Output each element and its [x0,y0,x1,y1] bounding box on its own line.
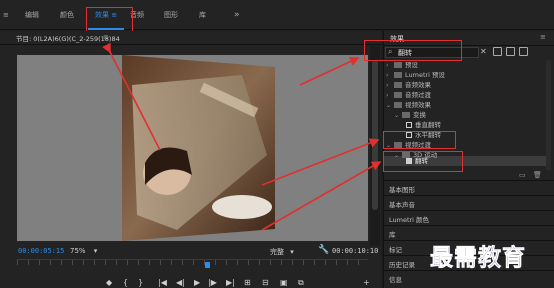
section-label: 基本声音 [389,201,415,209]
compare-view-button[interactable]: ⧉ [298,277,304,288]
mark-in-button[interactable]: { [123,277,128,288]
video-frame [122,55,275,241]
go-to-out-button[interactable]: ▶| [226,277,235,288]
section-label: 历史记录 [389,261,415,269]
zoom-select[interactable]: 75% ▾ [70,247,114,255]
ruler-ticks [17,260,368,265]
button-editor-button[interactable]: + [363,277,370,288]
current-timecode[interactable]: 00:00:05:15 [18,247,64,255]
step-forward-button[interactable]: |▶ [208,277,217,288]
tree-folder-audio-effects[interactable]: › 音频效果 [386,80,546,90]
section-label: Lumetri 颜色 [389,216,430,224]
step-back-button[interactable]: ◀| [176,277,185,288]
annotation-box-effects-tab [86,7,133,34]
annotation-box-search [364,40,462,61]
add-marker-button[interactable]: ◆ [106,277,112,288]
play-button[interactable]: ▶ [194,277,200,288]
section-label: 标记 [389,246,402,254]
tab-color[interactable]: 颜色 [60,0,74,30]
go-to-in-button[interactable]: |◀ [158,277,167,288]
chevron-down-icon: ▾ [93,247,98,255]
annotation-box-video-transitions [383,131,456,149]
lift-button[interactable]: ⊞ [244,277,251,288]
tab-libraries[interactable]: 库 [199,0,206,30]
zoom-value: 75% [70,247,86,255]
folder-icon [394,62,402,68]
clear-search-icon[interactable]: ✕ [480,47,487,56]
duration-timecode: 00:00:10:10 [332,247,379,255]
monitor-scroll-thumb[interactable] [372,60,378,210]
tree-folder-transform[interactable]: ⌄ 变换 [394,110,554,120]
workspace-bar [0,0,554,30]
effect-icon [406,122,412,128]
annotation-box-flip-effect [383,151,463,172]
tree-folder-audio-transitions[interactable]: › 音频过渡 [386,90,546,100]
extract-button[interactable]: ⊟ [262,277,269,288]
folder-icon [394,72,402,78]
effects-panel-scrollbar[interactable] [546,60,551,170]
pillow-shape [212,195,272,219]
tab-graphics[interactable]: 图形 [164,0,178,30]
new-bin-icon[interactable]: ▭ [519,171,526,179]
playhead[interactable] [204,262,210,268]
tab-editing[interactable]: 编辑 [25,0,39,30]
chevron-down-icon: ⌄ [386,102,392,109]
chevron-down-icon: ⌄ [394,112,400,119]
mark-out-button[interactable]: } [138,277,143,288]
yuv-effects-icon[interactable] [519,47,528,56]
delete-icon[interactable]: 🗑 [533,171,542,179]
quality-value: 完整 [270,248,284,256]
chevron-down-icon: ▾ [290,248,294,256]
section-label: 基本图形 [389,186,415,194]
folder-icon [402,112,410,118]
monitor-menu-icon[interactable]: ≡ [103,33,109,41]
section-info[interactable] [384,270,554,288]
section-label: 库 [389,231,396,239]
accelerated-effects-icon[interactable] [493,47,502,56]
tree-folder-presets[interactable]: › 预设 [386,60,546,70]
effects-panel-menu-icon[interactable]: ≡ [540,33,546,41]
folder-icon [394,92,402,98]
folder-icon [394,82,402,88]
workspace-menu-icon[interactable]: ≡ [3,0,9,30]
section-label: 信息 [389,276,402,284]
wrench-icon[interactable]: 🔧 [318,245,329,255]
export-frame-button[interactable]: ▣ [280,277,288,288]
tree-folder-video-effects[interactable]: ⌄ 视频效果 [386,100,546,110]
tree-folder-lumetri-presets[interactable]: › Lumetri 预设 [386,70,546,80]
folder-icon [394,102,402,108]
watermark-text: 最需教育 [430,244,526,272]
playback-resolution-select[interactable]: 完整 ▾ [270,247,310,257]
workspace-more-icon[interactable]: » [234,0,240,30]
tree-effect-vertical-flip[interactable]: 垂直翻转 [406,120,554,130]
32bit-effects-icon[interactable] [506,47,515,56]
